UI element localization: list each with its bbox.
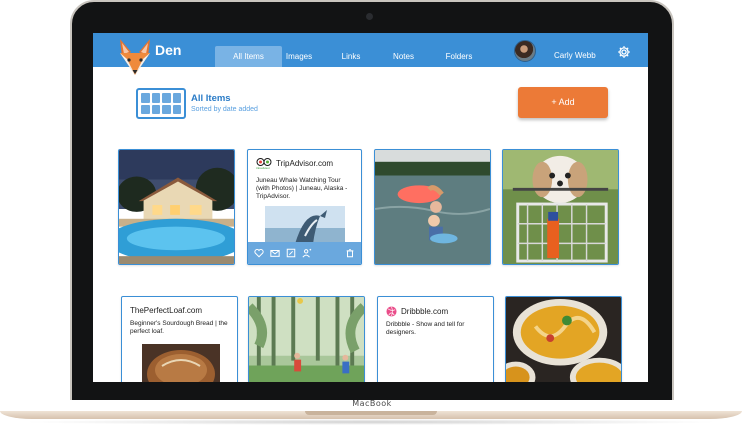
app-title: Den <box>155 42 182 58</box>
user-avatar[interactable] <box>514 40 536 62</box>
link-card-header: tripadvisor TripAdvisor.com <box>256 157 333 169</box>
image-card-dog[interactable] <box>502 149 619 265</box>
link-card-header: ThePerfectLoaf.com <box>130 306 202 315</box>
link-card-dribbble[interactable]: Dribbble.com Dribbble - Show and tell fo… <box>377 296 494 382</box>
app-header: Den All Items Images Links Notes Folders… <box>93 33 648 75</box>
link-card-tripadvisor[interactable]: tripadvisor TripAdvisor.com Juneau Whale… <box>247 149 362 265</box>
tab-notes[interactable]: Notes <box>388 46 419 67</box>
card-actions-bar <box>248 242 361 264</box>
user-name[interactable]: Carly Webb <box>554 51 596 60</box>
laptop-brand: MacBook <box>352 399 392 408</box>
trash-icon[interactable] <box>345 248 355 258</box>
tab-all-items[interactable]: All Items <box>215 46 282 67</box>
app-screen: Den All Items Images Links Notes Folders… <box>93 33 648 382</box>
image-card-noodles[interactable] <box>505 296 622 382</box>
link-site-name[interactable]: ThePerfectLoaf.com <box>130 306 202 315</box>
pool-house-photo <box>119 150 234 264</box>
image-card-lake[interactable] <box>374 149 491 265</box>
fox-logo[interactable] <box>117 37 153 77</box>
svg-text:tripadvisor: tripadvisor <box>256 166 270 169</box>
link-description: Juneau Whale Watching Tour (with Photos)… <box>256 177 348 200</box>
children-lake-photo <box>375 150 490 264</box>
sort-label[interactable]: Sorted by date added <box>191 106 258 113</box>
dribbble-icon <box>386 306 397 317</box>
image-card-pool-house[interactable] <box>118 149 235 265</box>
bread-thumbnail <box>142 344 220 382</box>
tripadvisor-owl-icon: tripadvisor <box>256 158 272 169</box>
laptop-notch <box>305 411 437 415</box>
tab-images[interactable]: Images <box>282 46 316 67</box>
link-site-name[interactable]: TripAdvisor.com <box>276 159 333 168</box>
link-site-name[interactable]: Dribbble.com <box>401 307 448 316</box>
laptop-frame: Den All Items Images Links Notes Folders… <box>0 0 742 431</box>
children-forest-photo <box>249 297 364 382</box>
dog-bike-basket-photo <box>503 150 618 264</box>
link-description: Beginner's Sourdough Bread | the perfect… <box>130 320 228 335</box>
section-title: All Items <box>191 93 231 104</box>
link-card-header: Dribbble.com <box>386 306 448 317</box>
grid-view-icon <box>136 88 186 119</box>
link-card-perfectloaf[interactable]: ThePerfectLoaf.com Beginner's Sourdough … <box>121 296 238 382</box>
edit-icon[interactable] <box>286 248 296 258</box>
noodle-bowls-photo <box>506 297 621 382</box>
webcam <box>366 13 373 20</box>
share-user-icon[interactable] <box>302 248 312 258</box>
tab-folders[interactable]: Folders <box>440 46 478 67</box>
heart-icon[interactable] <box>254 248 264 258</box>
laptop-chin <box>72 382 672 400</box>
laptop-shadow <box>20 419 722 425</box>
image-card-forest[interactable] <box>248 296 365 382</box>
whale-thumbnail <box>265 206 345 246</box>
link-description: Dribbble - Show and tell for designers. <box>386 321 465 336</box>
mail-icon[interactable] <box>270 248 280 258</box>
gear-icon[interactable] <box>617 45 631 59</box>
add-button[interactable]: + Add <box>518 87 608 118</box>
tab-links[interactable]: Links <box>337 46 365 67</box>
